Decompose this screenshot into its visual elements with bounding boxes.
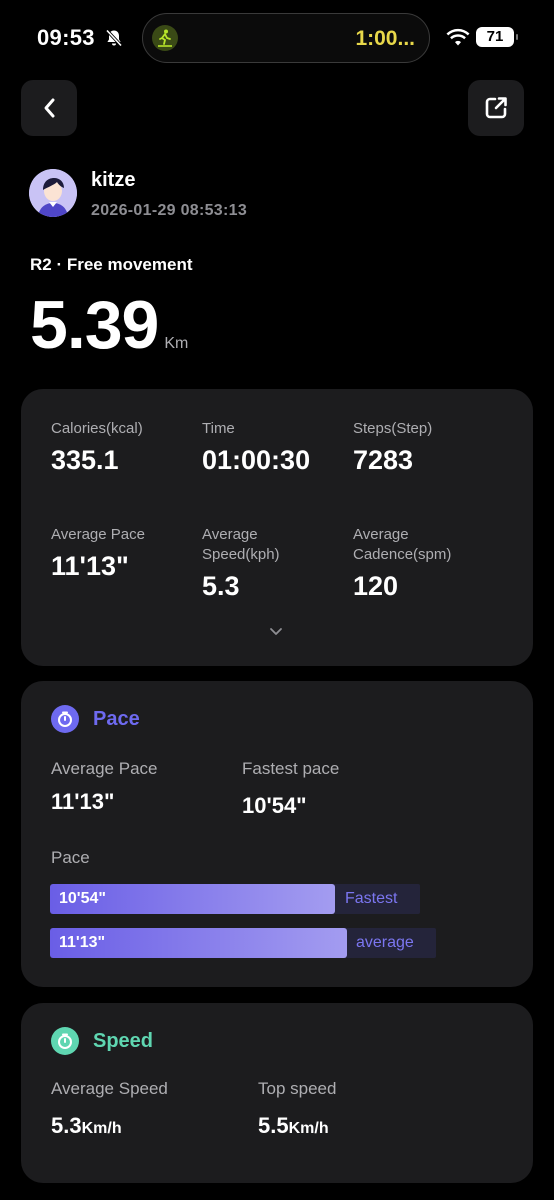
pace-title: Pace <box>93 707 140 730</box>
bar-value: 10'54" <box>59 890 106 907</box>
stat-calories: Calories(kcal) 335.1 <box>51 419 143 476</box>
stat-average-pace: Average Pace 11'13" <box>51 525 191 582</box>
speed-top-unit: Km/h <box>288 1120 329 1137</box>
bar-tag: Fastest <box>345 890 398 907</box>
bell-muted-icon <box>105 29 123 47</box>
speed-average-unit: Km/h <box>81 1120 122 1137</box>
pace-chart-label-wrap: Pace <box>51 848 90 868</box>
bar-value: 11'13" <box>59 934 106 951</box>
pace-fastest-value: 10'54" <box>242 793 307 818</box>
stat-label: Time <box>202 420 235 437</box>
stat-average-cadence: Average Cadence(spm) 120 <box>353 525 483 602</box>
stat-value: 5.3 <box>202 571 240 601</box>
back-button[interactable] <box>21 80 77 136</box>
pace-fastest: Fastest pace 10'54" <box>242 759 339 819</box>
stat-average-speed: Average Speed(kph) 5.3 <box>202 525 312 602</box>
pace-average: Average Pace 11'13" <box>51 759 157 815</box>
share-icon <box>485 97 507 119</box>
activity-timer: 1:00... <box>355 27 415 50</box>
avatar <box>29 169 77 217</box>
status-time: 09:53 <box>37 25 95 50</box>
speed-average: Average Speed 5.3Km/h <box>51 1079 168 1139</box>
summary-card: Calories(kcal) 335.1 Time 01:00:30 Steps… <box>21 389 533 666</box>
speed-top-label: Top speed <box>258 1079 337 1098</box>
stat-value: 120 <box>353 571 399 601</box>
speed-top-value-wrap: 5.5Km/h <box>258 1113 336 1139</box>
speed-average-value: 5.3 <box>51 1113 82 1138</box>
pace-fastest-label: Fastest pace <box>242 759 340 778</box>
battery-indicator: 71 <box>476 27 518 47</box>
stat-steps: Steps(Step) 7283 <box>353 419 432 476</box>
share-button[interactable] <box>468 80 524 136</box>
workout-mode: R2 · Free movement <box>30 255 193 274</box>
bar-tag: average <box>356 934 414 951</box>
pace-chart-label: Pace <box>51 848 90 867</box>
stat-label: Average Speed(kph) <box>202 526 280 563</box>
wifi-icon <box>446 28 470 46</box>
treadmill-activity-icon <box>152 25 178 51</box>
stat-label: Average Pace <box>51 526 145 543</box>
stat-label: Steps(Step) <box>353 420 433 437</box>
distance-unit: Km <box>164 335 189 352</box>
speed-title: Speed <box>93 1029 154 1052</box>
speed-card: Speed Average Speed 5.3Km/h Top speed 5.… <box>21 1003 533 1183</box>
stopwatch-icon <box>51 1027 79 1055</box>
chevron-left-icon <box>44 98 55 118</box>
workout-datetime: 2026-01-29 08:53:13 <box>91 202 248 219</box>
status-bar: 09:53 1:00... 71 <box>0 0 554 76</box>
stat-value: 335.1 <box>51 445 119 475</box>
pace-card: Pace Average Pace 11'13" Fastest pace 10… <box>21 681 533 987</box>
pace-average-label: Average Pace <box>51 759 158 778</box>
stat-label: Calories(kcal) <box>51 420 143 437</box>
stat-time: Time 01:00:30 <box>202 419 310 476</box>
stat-value: 7283 <box>353 445 414 475</box>
expand-chevron-down-icon[interactable] <box>269 627 283 637</box>
distance-value: 5.39 <box>30 287 159 363</box>
speed-top-value: 5.5 <box>258 1113 289 1138</box>
stat-value: 01:00:30 <box>202 445 311 475</box>
speed-section-header: Speed <box>51 1027 153 1055</box>
pace-average-value: 11'13" <box>51 789 115 814</box>
dynamic-island[interactable]: 1:00... <box>142 13 430 63</box>
speed-top: Top speed 5.5Km/h <box>258 1079 336 1139</box>
stat-label: Average Cadence(spm) <box>353 526 452 563</box>
stat-value: 11'13" <box>51 551 129 581</box>
stopwatch-icon <box>51 705 79 733</box>
pace-section-header: Pace <box>51 705 140 733</box>
speed-average-value-wrap: 5.3Km/h <box>51 1113 168 1139</box>
total-distance: 5.39 Km <box>30 286 188 364</box>
username: kitze <box>91 169 136 191</box>
speed-average-label: Average Speed <box>51 1079 168 1098</box>
